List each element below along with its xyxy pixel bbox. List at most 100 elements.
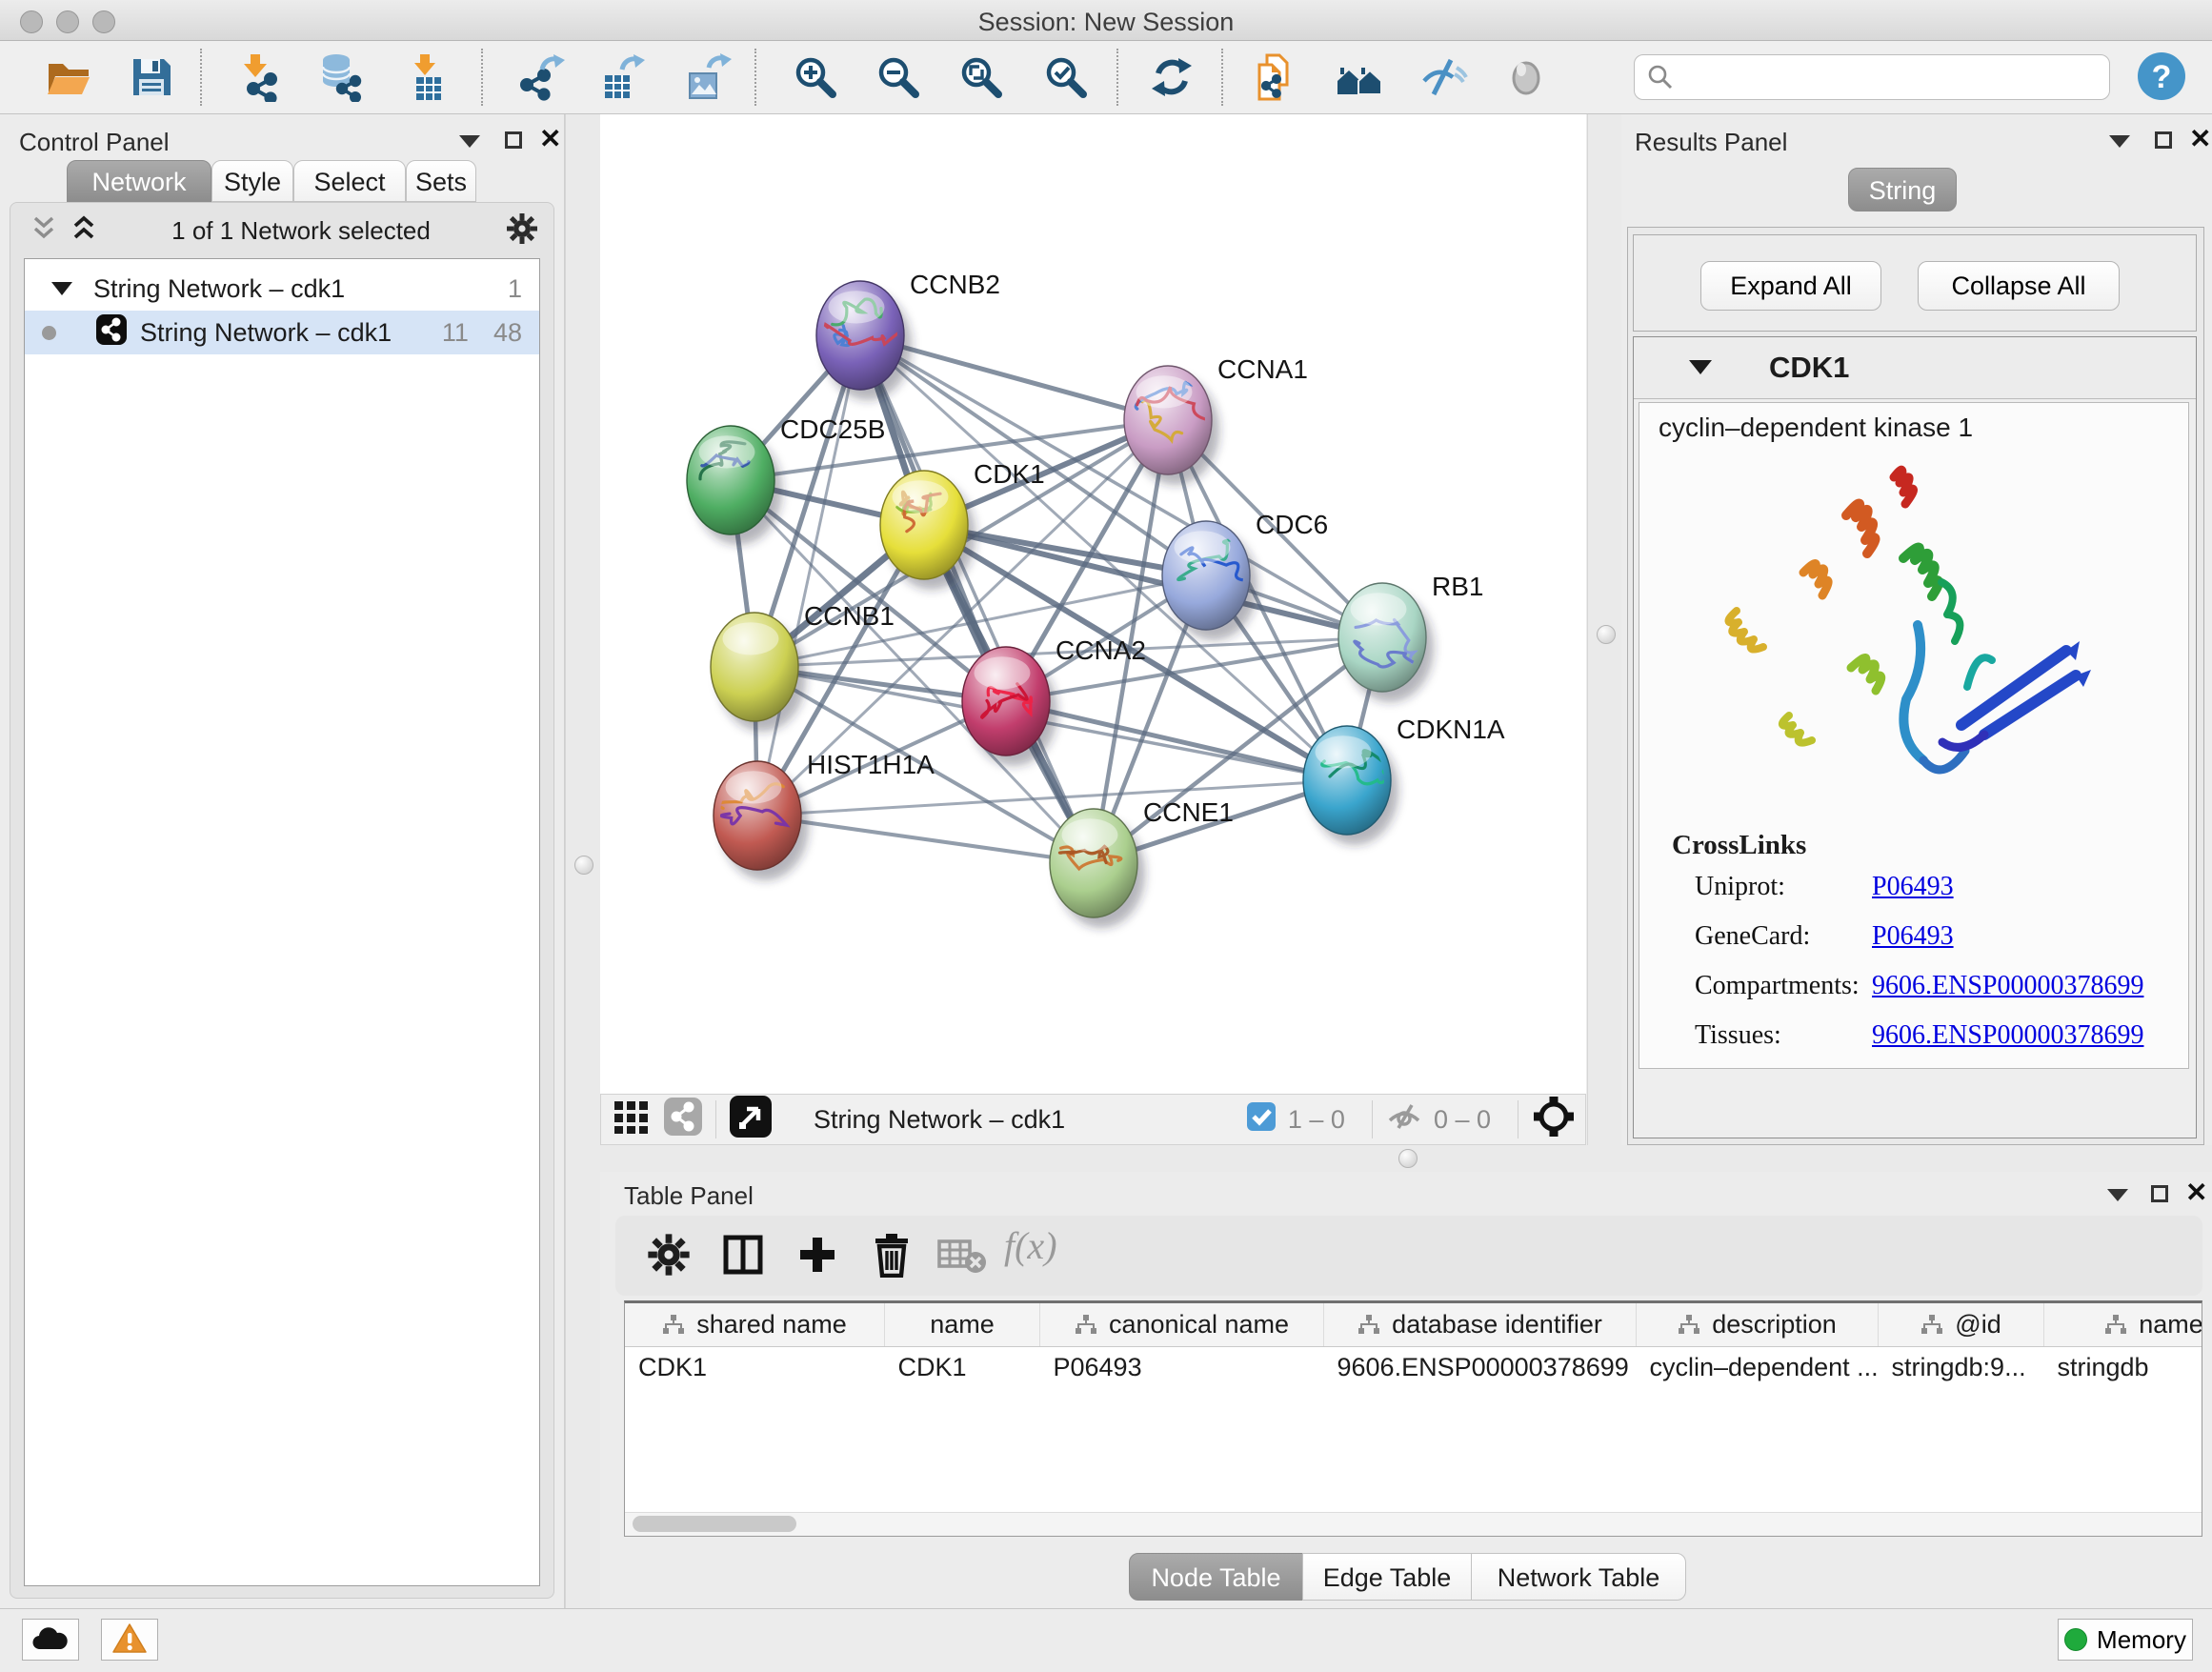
search-input[interactable] xyxy=(1634,54,2110,100)
node-CCNB1[interactable]: CCNB1 xyxy=(711,601,895,732)
column-header-name[interactable]: name xyxy=(885,1303,1040,1347)
save-session-button[interactable] xyxy=(125,50,178,104)
show-graphics-details-button[interactable] xyxy=(1499,50,1553,104)
tab-network[interactable]: Network xyxy=(67,160,211,202)
scrollbar-thumb[interactable] xyxy=(633,1516,796,1532)
column-header-namespace[interactable]: namespace xyxy=(2044,1303,2203,1347)
add-column-plus-icon[interactable] xyxy=(791,1229,844,1282)
results-panel-float-icon[interactable] xyxy=(2155,131,2172,149)
results-panel-close-icon[interactable]: ✕ xyxy=(2189,130,2211,149)
table-cell[interactable]: stringdb:9... xyxy=(1879,1347,2044,1388)
delete-table-icon[interactable] xyxy=(935,1229,989,1282)
node-CCNA1[interactable]: CCNA1 xyxy=(1124,354,1308,485)
collapse-all-button[interactable]: Collapse All xyxy=(1918,261,2120,311)
table-cell[interactable]: CDK1 xyxy=(625,1347,885,1388)
export-table-button[interactable] xyxy=(595,50,649,104)
table-cell[interactable]: cyclin–dependent ... xyxy=(1637,1347,1879,1388)
network-canvas-svg[interactable]: CCNB2CCNA1CDC25BCDK1CDC6RB1CCNB1CCNA2CDK… xyxy=(600,114,1586,1094)
splitter-handle[interactable] xyxy=(1597,625,1616,644)
column-header-database-identifier[interactable]: database identifier xyxy=(1324,1303,1637,1347)
zoom-out-button[interactable] xyxy=(872,50,925,104)
export-image-button[interactable] xyxy=(680,50,734,104)
zoom-fit-button[interactable] xyxy=(955,50,1008,104)
help-button[interactable]: ? xyxy=(2138,52,2185,100)
detach-view-icon[interactable] xyxy=(730,1096,772,1144)
crosslink-link[interactable]: 9606.ENSP00000378699 xyxy=(1872,1020,2143,1051)
tab-style[interactable]: Style xyxy=(211,160,293,202)
delete-column-trash-icon[interactable] xyxy=(865,1229,918,1282)
import-table-file-button[interactable] xyxy=(401,50,454,104)
results-panel-menu-icon[interactable] xyxy=(2109,135,2130,148)
crosslink-link[interactable]: P06493 xyxy=(1872,872,1954,902)
birds-eye-crosshair-icon[interactable] xyxy=(1532,1095,1576,1145)
tab-sets[interactable]: Sets xyxy=(406,160,476,202)
splitter-handle[interactable] xyxy=(1398,1149,1418,1168)
table-cell[interactable]: 9606.ENSP00000378699 xyxy=(1324,1347,1637,1388)
expand-all-icon[interactable] xyxy=(71,214,96,248)
results-panel-splitter[interactable] xyxy=(1587,114,1624,1145)
edge-CCNB2-HIST1H1A[interactable] xyxy=(757,335,860,816)
export-network-button[interactable] xyxy=(513,50,567,104)
network-options-gear-icon[interactable] xyxy=(506,212,538,250)
warning-status-button[interactable] xyxy=(101,1619,158,1661)
memory-button[interactable]: Memory xyxy=(2058,1619,2193,1661)
import-network-file-button[interactable] xyxy=(232,50,286,104)
apply-function-fx-icon[interactable]: f(x) xyxy=(1004,1223,1057,1268)
node-CCNA2[interactable]: CCNA2 xyxy=(962,635,1146,766)
entry-expander-icon[interactable] xyxy=(1689,360,1712,374)
zoom-selected-button[interactable] xyxy=(1039,50,1093,104)
network-view[interactable]: CCNB2CCNA1CDC25BCDK1CDC6RB1CCNB1CCNA2CDK… xyxy=(600,114,1586,1145)
network-collection-row[interactable]: String Network – cdk1 1 xyxy=(25,267,539,311)
home-button[interactable] xyxy=(1333,50,1386,104)
control-panel-splitter[interactable] xyxy=(565,114,602,1608)
hidden-eye-icon[interactable] xyxy=(1386,1101,1422,1138)
column-header-description[interactable]: description xyxy=(1637,1303,1879,1347)
control-panel-menu-icon[interactable] xyxy=(459,135,480,148)
crosslink-link[interactable]: P06493 xyxy=(1872,921,1954,952)
tab-select[interactable]: Select xyxy=(293,160,406,202)
node-CDK1[interactable]: CDK1 xyxy=(880,459,1045,590)
collapse-all-icon[interactable] xyxy=(31,214,56,248)
node-CCNE1[interactable]: CCNE1 xyxy=(1050,797,1234,928)
entry-header[interactable]: CDK1 xyxy=(1634,337,2196,399)
edge-CDK1-RB1[interactable] xyxy=(924,525,1382,637)
table-cell[interactable]: stringdb xyxy=(2044,1347,2203,1388)
show-columns-icon[interactable] xyxy=(716,1229,770,1282)
table-hscrollbar[interactable] xyxy=(625,1512,2202,1536)
grid-view-icon[interactable] xyxy=(614,1099,649,1140)
share-view-icon[interactable] xyxy=(664,1098,702,1142)
hide-unhide-button[interactable] xyxy=(1417,50,1470,104)
column-header--id[interactable]: @id xyxy=(1879,1303,2044,1347)
table-options-gear-icon[interactable] xyxy=(642,1229,695,1282)
table-row[interactable]: CDK1CDK1P064939606.ENSP00000378699cyclin… xyxy=(625,1347,2202,1388)
table-panel-splitter[interactable] xyxy=(600,1145,2212,1172)
tab-string[interactable]: String xyxy=(1848,168,1957,212)
table-panel-close-icon[interactable]: ✕ xyxy=(2185,1183,2207,1202)
table-panel-menu-icon[interactable] xyxy=(2107,1189,2128,1201)
crosslink-link[interactable]: 9606.ENSP00000378699 xyxy=(1872,971,2143,1001)
tab-edge-table[interactable]: Edge Table xyxy=(1302,1553,1472,1601)
import-network-database-button[interactable] xyxy=(313,50,367,104)
cloud-status-button[interactable] xyxy=(22,1619,79,1661)
splitter-handle[interactable] xyxy=(574,856,593,875)
node-HIST1H1A[interactable]: HIST1H1A xyxy=(714,750,935,880)
tab-node-table[interactable]: Node Table xyxy=(1129,1553,1303,1601)
column-header-shared-name[interactable]: shared name xyxy=(625,1303,885,1347)
share-file-button[interactable] xyxy=(1248,50,1301,104)
refresh-button[interactable] xyxy=(1145,50,1198,104)
table-cell[interactable]: CDK1 xyxy=(885,1347,1040,1388)
open-session-button[interactable] xyxy=(42,50,95,104)
table-panel-float-icon[interactable] xyxy=(2151,1185,2168,1202)
selected-checkbox-icon[interactable] xyxy=(1246,1101,1277,1138)
tab-network-table[interactable]: Network Table xyxy=(1471,1553,1686,1601)
tree-expander-icon[interactable] xyxy=(51,282,72,295)
table-cell[interactable]: P06493 xyxy=(1040,1347,1324,1388)
control-panel-float-icon[interactable] xyxy=(505,131,522,149)
node-table[interactable]: shared namenamecanonical namedatabase id… xyxy=(624,1300,2202,1537)
column-header-canonical-name[interactable]: canonical name xyxy=(1040,1303,1324,1347)
control-panel-close-icon[interactable]: ✕ xyxy=(539,130,561,149)
zoom-in-button[interactable] xyxy=(789,50,842,104)
network-row[interactable]: String Network – cdk1 11 48 xyxy=(25,311,539,354)
node-CDKN1A[interactable]: CDKN1A xyxy=(1303,715,1505,845)
expand-all-button[interactable]: Expand All xyxy=(1700,261,1881,311)
